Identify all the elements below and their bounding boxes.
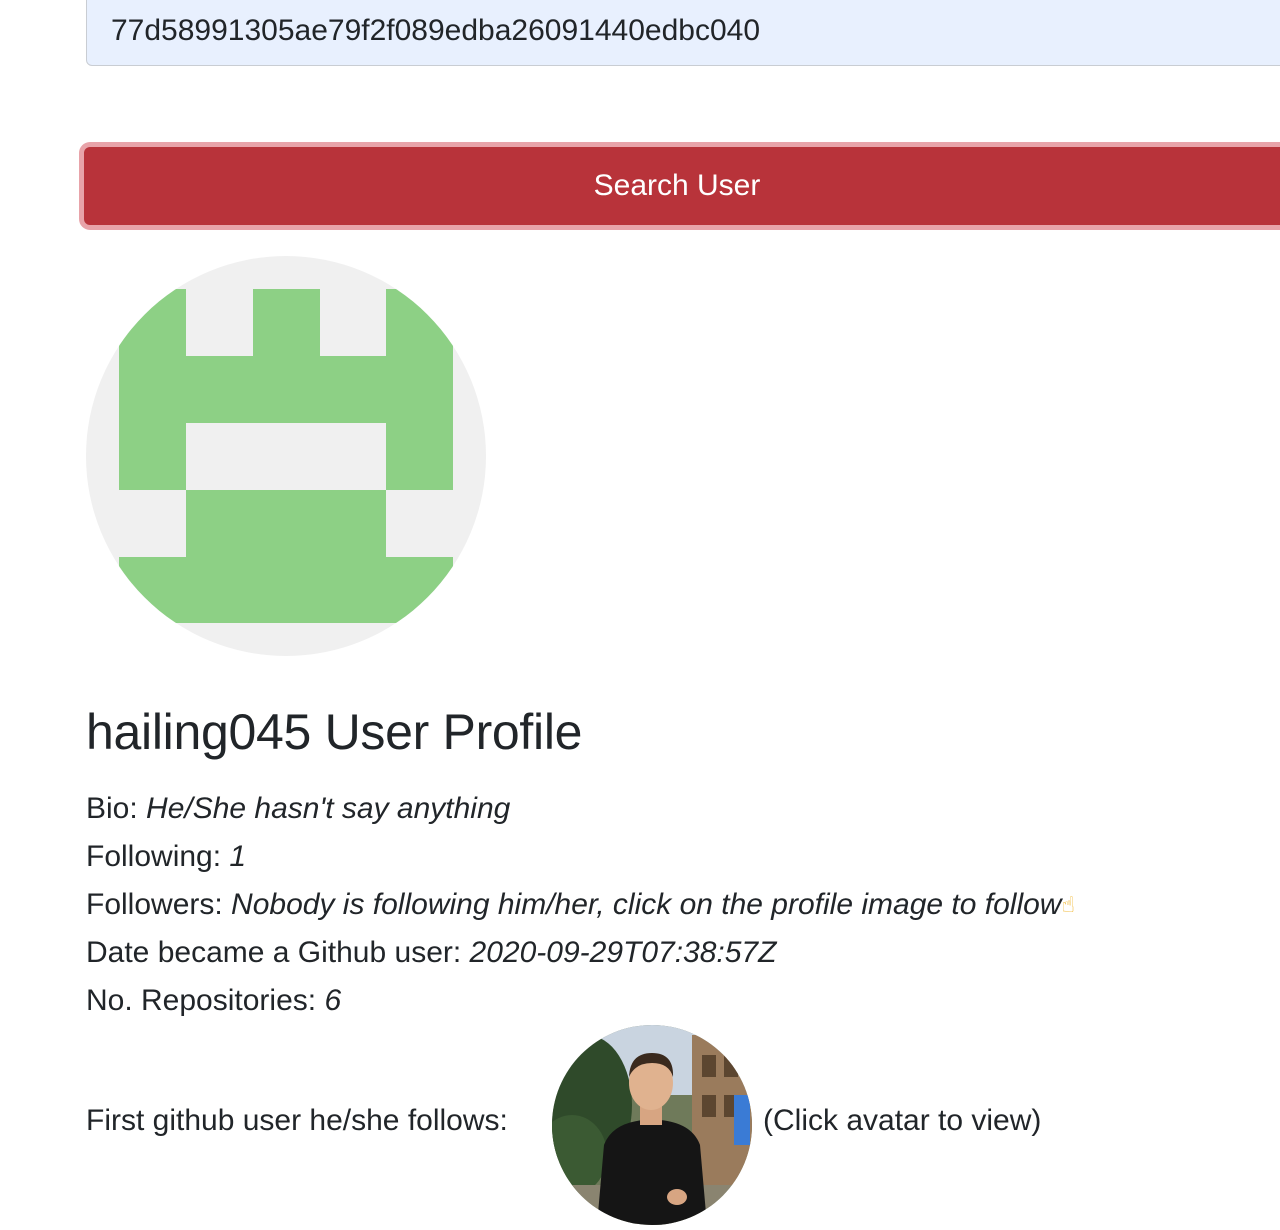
- bio-line: Bio: He/She hasn't say anything: [86, 791, 510, 827]
- bio-value: He/She hasn't say anything: [146, 792, 511, 825]
- first-follow-label: First github user he/she follows:: [86, 1104, 508, 1137]
- repos-line: No. Repositories: 6: [86, 983, 341, 1019]
- repos-label: No. Repositories:: [86, 984, 325, 1017]
- profile-avatar[interactable]: [86, 256, 486, 656]
- followers-line: Followers: Nobody is following him/her, …: [86, 887, 1075, 923]
- profile-title: hailing045 User Profile: [86, 704, 583, 760]
- click-avatar-hint: (Click avatar to view): [763, 1104, 1042, 1137]
- bio-label: Bio:: [86, 792, 147, 825]
- search-user-button[interactable]: Search User: [84, 147, 1280, 225]
- date-value: 2020-09-29T07:38:57Z: [469, 936, 777, 969]
- followed-user-avatar[interactable]: [552, 1025, 752, 1225]
- pointing-up-hand-icon: ☝: [1061, 892, 1075, 917]
- followers-value: Nobody is following him/her, click on th…: [231, 888, 1062, 921]
- followers-label: Followers:: [86, 888, 232, 921]
- search-input[interactable]: [86, 0, 1280, 66]
- following-value: 1: [229, 840, 247, 873]
- date-label: Date became a Github user:: [86, 936, 470, 969]
- first-follow-line: First github user he/she follows:: [86, 1103, 508, 1139]
- date-line: Date became a Github user: 2020-09-29T07…: [86, 935, 776, 971]
- following-label: Following:: [86, 840, 230, 873]
- repos-value: 6: [324, 984, 342, 1017]
- page: Search User hailing045 User Profile Bio:…: [0, 0, 1280, 1230]
- identicon-avatar-icon: [86, 256, 486, 656]
- user-photo-icon: [552, 1025, 752, 1225]
- following-line: Following: 1: [86, 839, 246, 875]
